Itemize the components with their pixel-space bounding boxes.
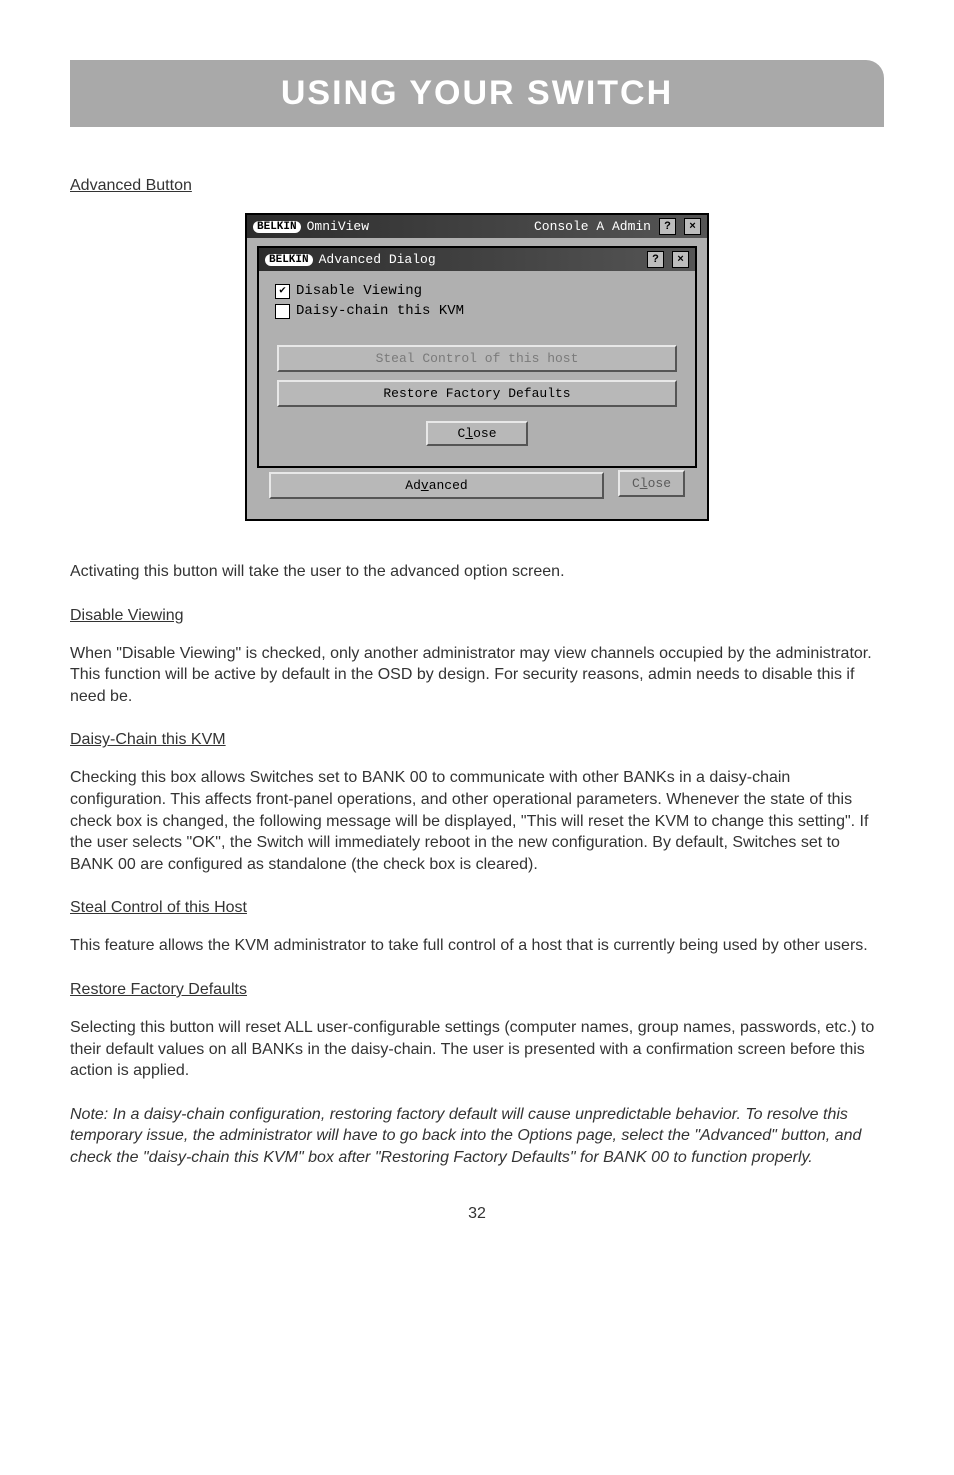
- paragraph-disable-viewing: When "Disable Viewing" is checked, only …: [70, 643, 884, 708]
- paragraph-steal-control: This feature allows the KVM administrato…: [70, 935, 884, 957]
- heading-restore-defaults: Restore Factory Defaults: [70, 981, 884, 999]
- advanced-dialog: BELKIN Advanced Dialog ? × ✔ Disable Vie…: [257, 246, 697, 468]
- belkin-logo: BELKIN: [265, 254, 313, 266]
- bottom-close-button[interactable]: Close: [618, 470, 685, 497]
- outer-titlebar: BELKIN OmniView Console A Admin ? ×: [247, 215, 707, 238]
- paragraph-note: Note: In a daisy-chain configuration, re…: [70, 1104, 884, 1169]
- console-context: Console A Admin: [534, 219, 651, 234]
- heading-advanced-button: Advanced Button: [70, 177, 884, 195]
- page-number: 32: [70, 1205, 884, 1223]
- heading-steal-control: Steal Control of this Host: [70, 899, 884, 917]
- checkbox-row-disable-viewing[interactable]: ✔ Disable Viewing: [275, 283, 679, 299]
- belkin-logo: BELKIN: [253, 221, 301, 233]
- checkbox-label: Disable Viewing: [296, 283, 422, 299]
- app-name: OmniView: [307, 219, 369, 234]
- heading-daisy-chain: Daisy-Chain this KVM: [70, 731, 884, 749]
- close-button[interactable]: ×: [672, 251, 689, 268]
- paragraph-restore-defaults: Selecting this button will reset ALL use…: [70, 1017, 884, 1082]
- checkbox-icon[interactable]: ✔: [275, 284, 290, 299]
- heading-disable-viewing: Disable Viewing: [70, 607, 884, 625]
- omniview-window: BELKIN OmniView Console A Admin ? × BELK…: [245, 213, 709, 521]
- inner-titlebar: BELKIN Advanced Dialog ? ×: [259, 248, 695, 271]
- paragraph-activating: Activating this button will take the use…: [70, 561, 884, 583]
- checkbox-label: Daisy-chain this KVM: [296, 303, 464, 319]
- dialog-title: Advanced Dialog: [319, 252, 436, 267]
- screenshot-container: BELKIN OmniView Console A Admin ? × BELK…: [70, 213, 884, 521]
- checkbox-row-daisy-chain[interactable]: Daisy-chain this KVM: [275, 303, 679, 319]
- advanced-button[interactable]: Advanced: [269, 472, 604, 499]
- paragraph-daisy-chain: Checking this box allows Switches set to…: [70, 767, 884, 875]
- steal-control-button: Steal Control of this host: [277, 345, 677, 372]
- page-title-banner: USING YOUR SWITCH: [70, 60, 884, 127]
- help-button[interactable]: ?: [659, 218, 676, 235]
- close-button[interactable]: ×: [684, 218, 701, 235]
- restore-defaults-button[interactable]: Restore Factory Defaults: [277, 380, 677, 407]
- checkbox-icon[interactable]: [275, 304, 290, 319]
- help-button[interactable]: ?: [647, 251, 664, 268]
- dialog-close-button[interactable]: Close: [426, 421, 528, 446]
